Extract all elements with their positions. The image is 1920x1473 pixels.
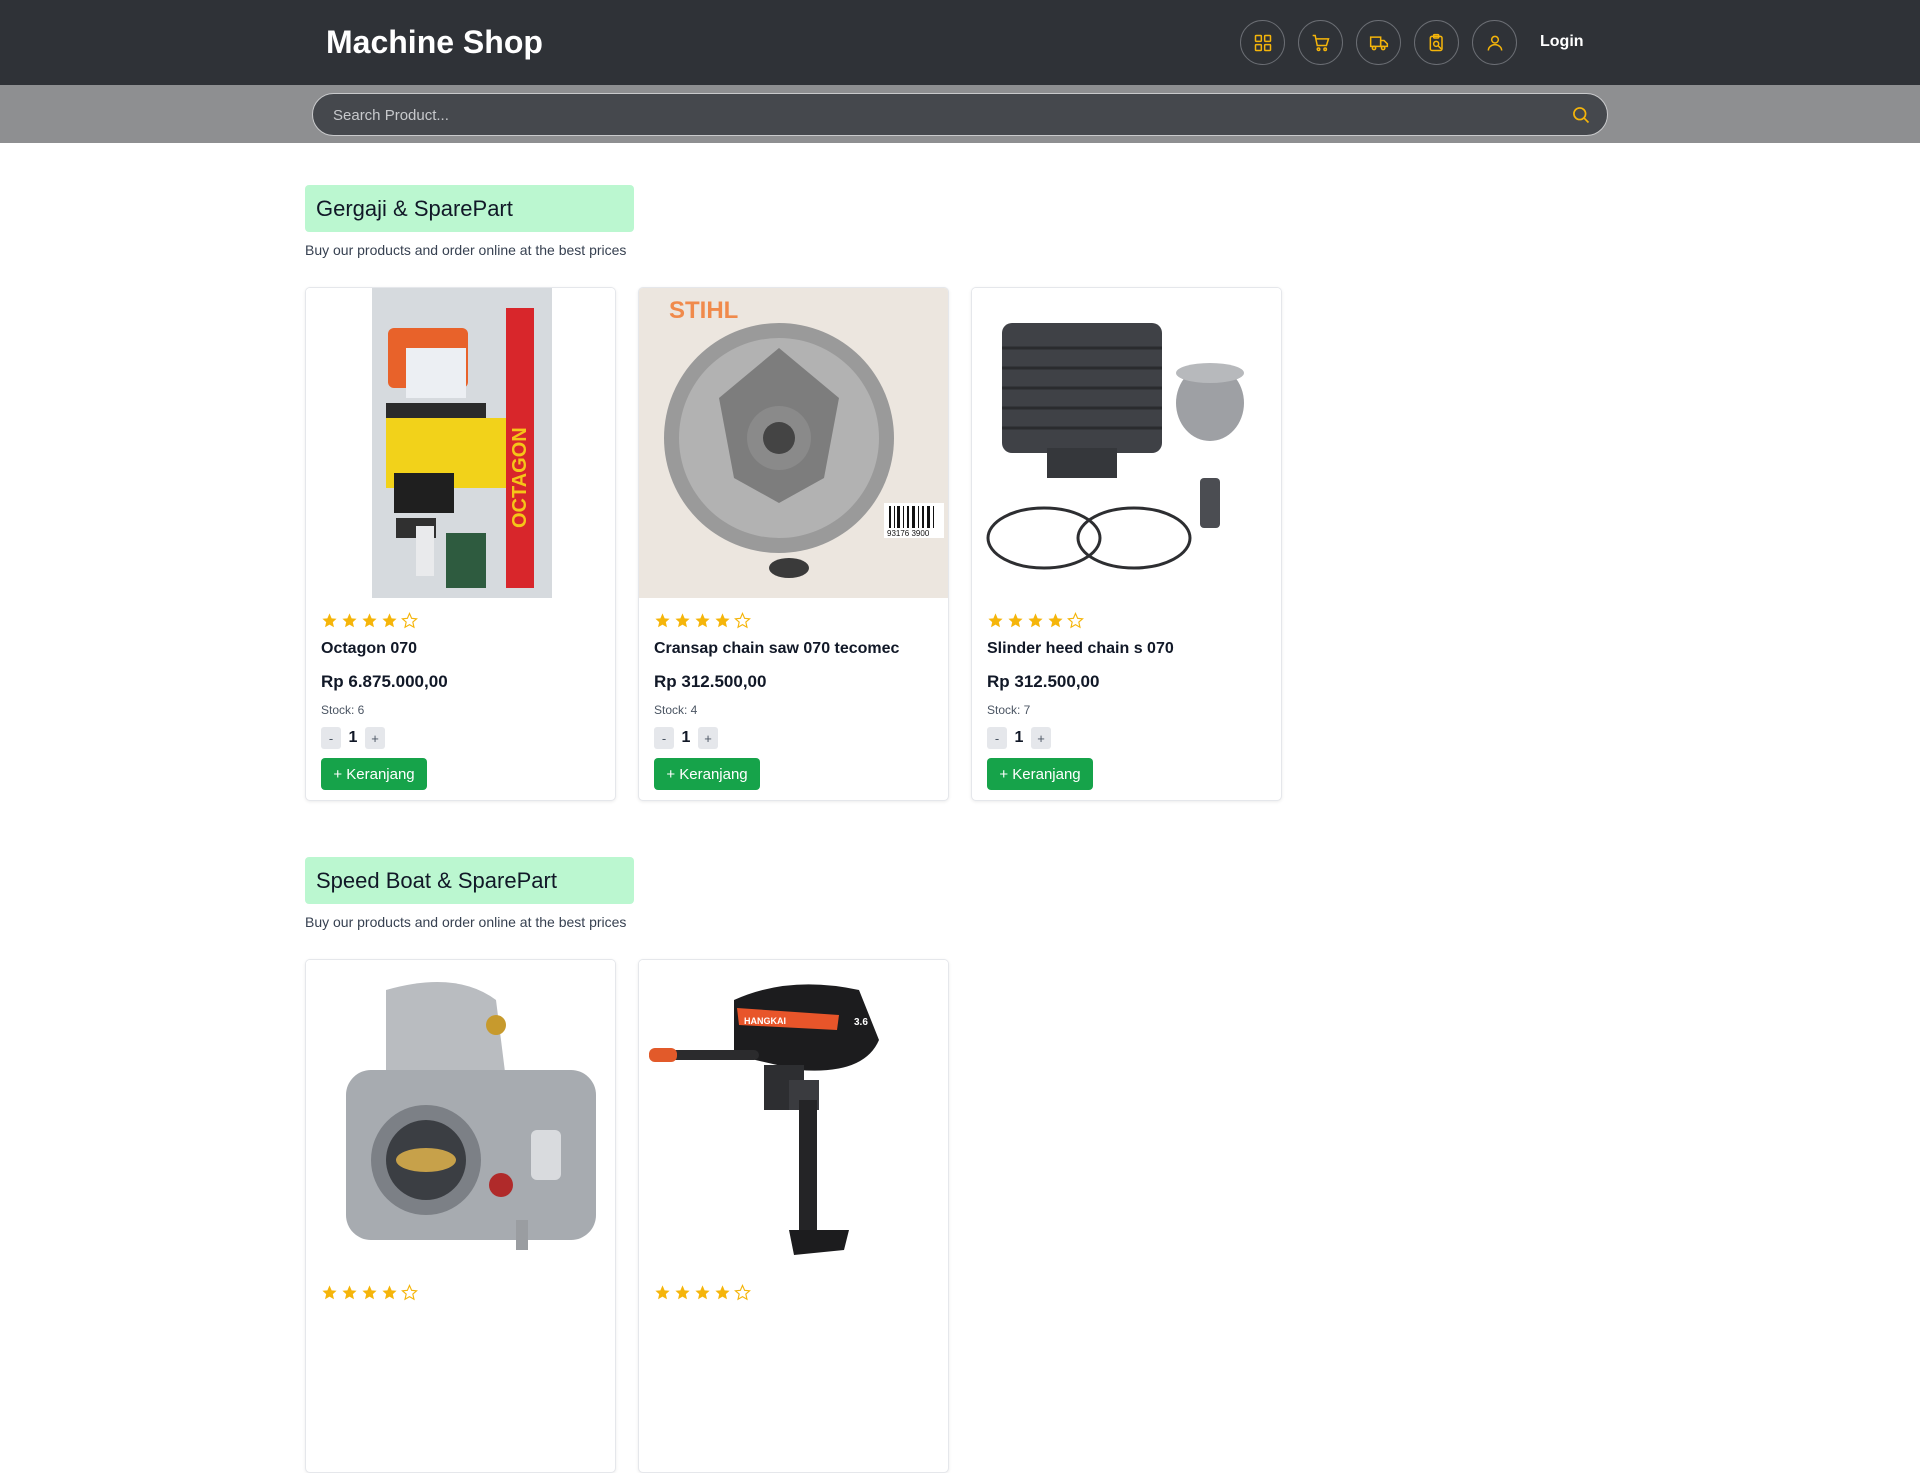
product-card: HANGKAI 3.6 xyxy=(638,959,949,1473)
star-empty-icon xyxy=(401,612,418,629)
brand-logo[interactable]: Machine Shop xyxy=(326,24,543,61)
product-card: Slinder heed chain s 070 Rp 312.500,00 S… xyxy=(971,287,1282,801)
star-filled-icon xyxy=(715,1285,730,1300)
quantity-stepper: - 1 + xyxy=(321,727,600,749)
quantity-stepper: - 1 + xyxy=(987,727,1266,749)
star-filled-icon xyxy=(1048,613,1063,628)
qty-decrement-button[interactable]: - xyxy=(321,727,341,749)
product-price: Rp 312.500,00 xyxy=(987,672,1100,691)
star-filled-icon xyxy=(1028,613,1043,628)
section-title: Speed Boat & SparePart xyxy=(305,857,634,904)
nav-orders-button[interactable] xyxy=(1414,20,1459,65)
product-card xyxy=(305,959,616,1473)
search-icon[interactable] xyxy=(1571,105,1591,125)
section-gergaji: Gergaji & SparePart Buy our products and… xyxy=(305,185,1305,801)
rating-stars xyxy=(321,612,600,630)
qty-decrement-button[interactable]: - xyxy=(654,727,674,749)
barcode-number: 93176 3900 xyxy=(887,529,930,538)
stihl-label: STIHL xyxy=(669,297,738,324)
product-price: Rp 312.500,00 xyxy=(654,672,767,691)
star-filled-icon xyxy=(675,613,690,628)
star-filled-icon xyxy=(322,1285,337,1300)
rating-stars xyxy=(321,1284,600,1302)
product-name[interactable]: Cransap chain saw 070 tecomec xyxy=(654,640,933,658)
rating-stars xyxy=(987,612,1266,630)
search-field-wrapper xyxy=(312,93,1608,136)
quantity-stepper: - 1 + xyxy=(654,727,933,749)
qty-increment-button[interactable]: + xyxy=(1031,727,1051,749)
product-price: Rp 6.875.000,00 xyxy=(321,672,448,691)
nav-icon-group xyxy=(1240,20,1517,65)
section-speedboat: Speed Boat & SparePart Buy our products … xyxy=(305,857,1305,1473)
star-filled-icon xyxy=(382,613,397,628)
nav-cart-button[interactable] xyxy=(1298,20,1343,65)
nav-account-button[interactable] xyxy=(1472,20,1517,65)
qty-increment-button[interactable]: + xyxy=(365,727,385,749)
truck-icon xyxy=(1369,35,1388,50)
star-filled-icon xyxy=(342,1285,357,1300)
product-stock: Stock: 6 xyxy=(321,703,365,717)
star-empty-icon xyxy=(734,612,751,629)
add-to-cart-button[interactable]: + Keranjang xyxy=(654,758,760,790)
add-to-cart-button[interactable]: + Keranjang xyxy=(321,758,427,790)
product-image-outboard-motor[interactable]: HANGKAI 3.6 xyxy=(639,960,948,1270)
user-icon xyxy=(1487,35,1502,51)
product-stock: Stock: 7 xyxy=(987,703,1031,717)
section-subtitle: Buy our products and order online at the… xyxy=(305,914,627,930)
product-card: STIHL 93176 3900 Cransap chain saw 070 t… xyxy=(638,287,949,801)
nav-shipping-button[interactable] xyxy=(1356,20,1401,65)
product-image-clutch[interactable]: STIHL 93176 3900 xyxy=(639,288,948,598)
product-card: OCTAGON Octagon 070 Rp 6.875.000,00 Stoc… xyxy=(305,287,616,801)
top-navbar: Machine Shop Login xyxy=(0,0,1920,85)
rating-stars xyxy=(654,1284,933,1302)
qty-value: 1 xyxy=(1014,729,1024,746)
star-filled-icon xyxy=(695,613,710,628)
product-stock: Stock: 4 xyxy=(654,703,698,717)
product-name[interactable]: Octagon 070 xyxy=(321,640,600,658)
star-filled-icon xyxy=(655,613,670,628)
star-filled-icon xyxy=(322,613,337,628)
octagon-label: OCTAGON xyxy=(509,427,531,528)
product-image-octagon[interactable]: OCTAGON xyxy=(306,288,615,598)
star-filled-icon xyxy=(695,1285,710,1300)
clipboard-search-icon xyxy=(1429,33,1443,51)
star-filled-icon xyxy=(715,613,730,628)
login-link[interactable]: Login xyxy=(1540,33,1584,51)
nav-grid-button[interactable] xyxy=(1240,20,1285,65)
search-bar xyxy=(0,85,1920,143)
qty-decrement-button[interactable]: - xyxy=(987,727,1007,749)
motor-brand-label: HANGKAI xyxy=(744,1016,786,1026)
product-name[interactable]: Slinder heed chain s 070 xyxy=(987,640,1266,658)
qty-value: 1 xyxy=(681,729,691,746)
add-to-cart-button[interactable]: + Keranjang xyxy=(987,758,1093,790)
star-empty-icon xyxy=(734,1284,751,1301)
section-title: Gergaji & SparePart xyxy=(305,185,634,232)
star-filled-icon xyxy=(342,613,357,628)
star-filled-icon xyxy=(362,613,377,628)
star-filled-icon xyxy=(655,1285,670,1300)
cart-icon xyxy=(1312,34,1330,51)
star-filled-icon xyxy=(362,1285,377,1300)
motor-hp-label: 3.6 xyxy=(854,1017,868,1028)
section-subtitle: Buy our products and order online at the… xyxy=(305,242,627,258)
search-input[interactable] xyxy=(333,105,1533,125)
star-empty-icon xyxy=(1067,612,1084,629)
grid-icon xyxy=(1254,34,1271,51)
star-filled-icon xyxy=(382,1285,397,1300)
star-filled-icon xyxy=(675,1285,690,1300)
product-grid: HANGKAI 3.6 xyxy=(305,959,949,1473)
qty-increment-button[interactable]: + xyxy=(698,727,718,749)
star-empty-icon xyxy=(401,1284,418,1301)
rating-stars xyxy=(654,612,933,630)
product-grid: OCTAGON Octagon 070 Rp 6.875.000,00 Stoc… xyxy=(305,287,1282,801)
qty-value: 1 xyxy=(348,729,358,746)
product-image-cylinder[interactable] xyxy=(972,288,1281,598)
product-image-carburetor[interactable] xyxy=(306,960,615,1270)
star-filled-icon xyxy=(988,613,1003,628)
star-filled-icon xyxy=(1008,613,1023,628)
